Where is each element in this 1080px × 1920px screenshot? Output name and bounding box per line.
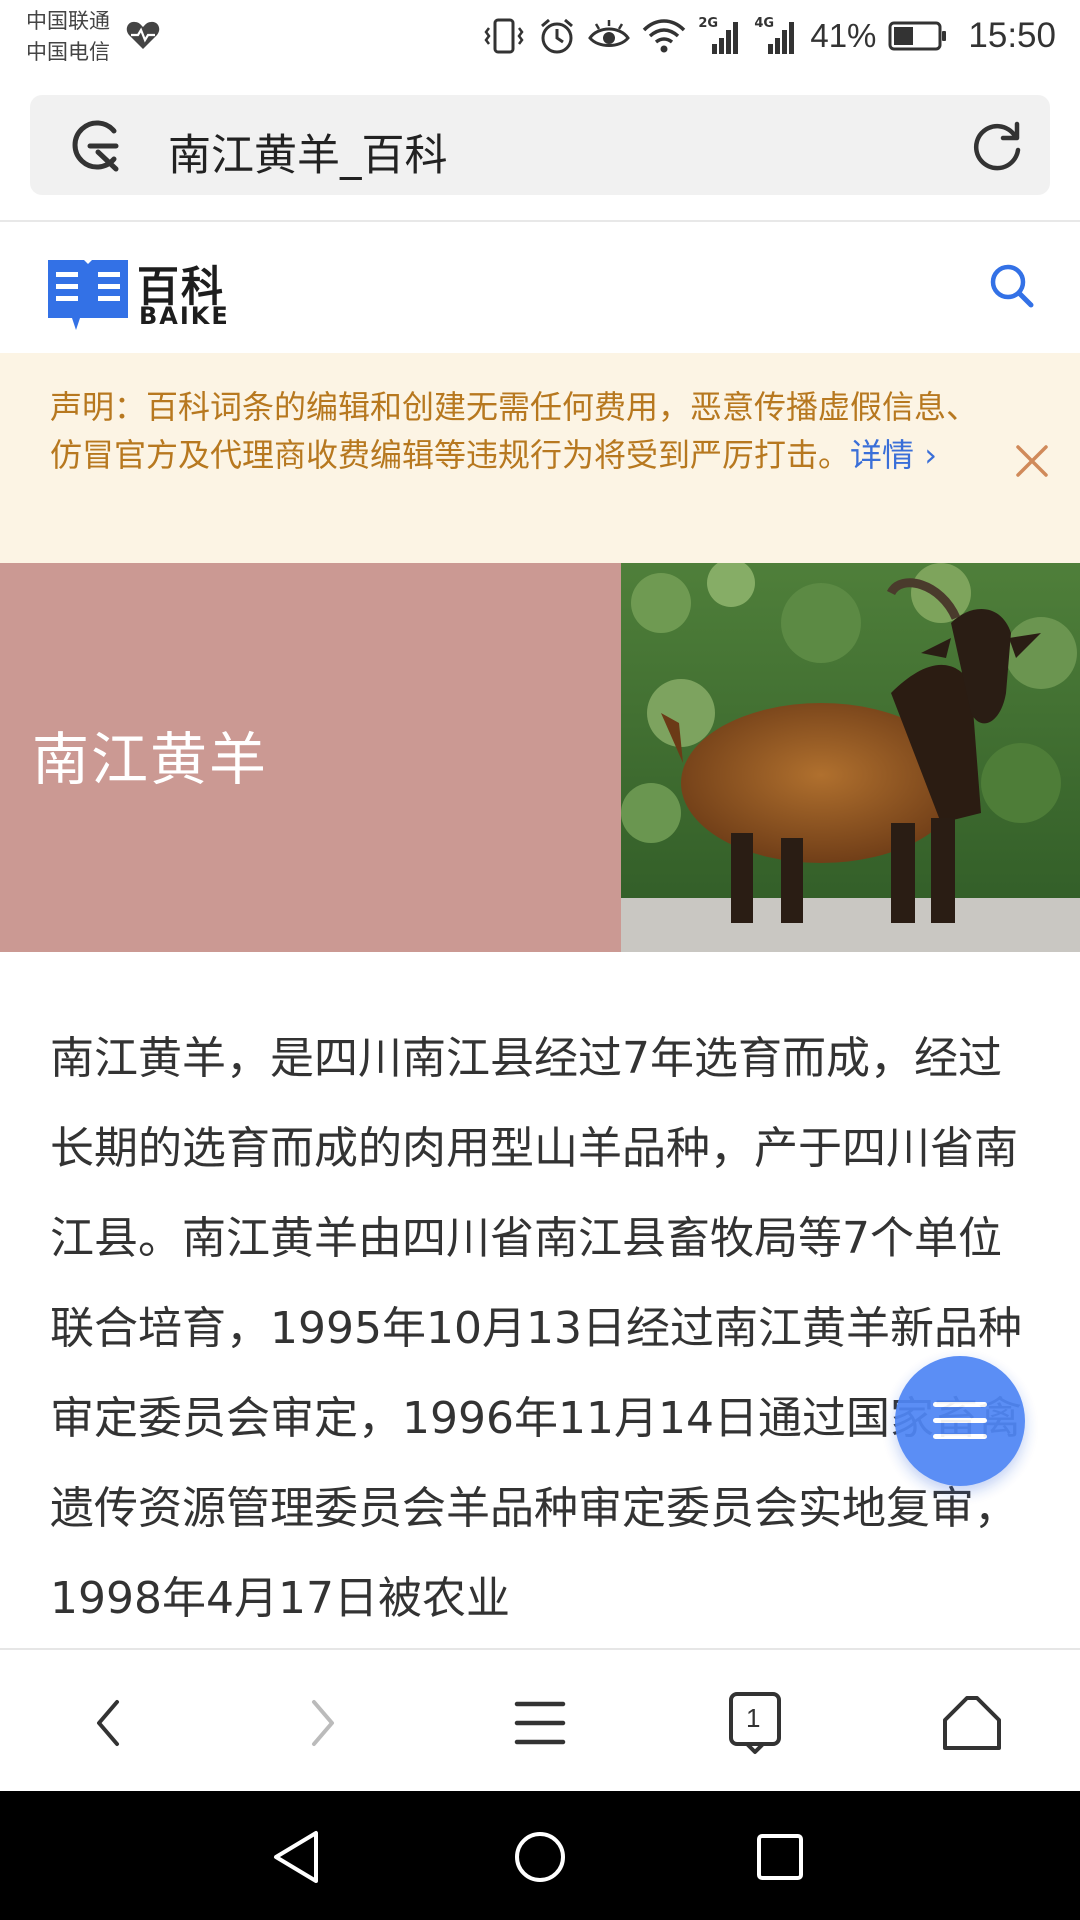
signal-icon-2: 4G xyxy=(754,16,798,56)
close-icon[interactable] xyxy=(1012,441,1052,481)
eye-comfort-icon xyxy=(588,20,631,47)
goat-image[interactable] xyxy=(621,563,1080,952)
signal-icon: 2G xyxy=(698,16,742,56)
home-icon[interactable] xyxy=(937,1688,1007,1758)
browser-toolbar: 1 xyxy=(0,1648,1080,1793)
system-navigation-bar xyxy=(0,1791,1080,1920)
catalog-button[interactable] xyxy=(895,1356,1025,1486)
carrier-2: 中国电信 xyxy=(26,40,110,64)
status-bar: 中国联通 中国电信 2G 4G 41% 15:50 xyxy=(0,0,1080,80)
baike-logo-icon[interactable] xyxy=(46,256,130,332)
carrier-1: 中国联通 xyxy=(26,9,110,33)
reload-icon[interactable] xyxy=(970,119,1024,173)
status-icons: 2G 4G 41% 15:50 xyxy=(482,14,1056,58)
battery-percent: 41% xyxy=(810,17,877,54)
menu-icon-line xyxy=(933,1434,987,1439)
system-home-icon[interactable] xyxy=(512,1829,568,1885)
tabs-button[interactable]: 1 xyxy=(720,1688,790,1758)
menu-icon-line xyxy=(933,1418,987,1423)
page-title-url[interactable]: 南江黄羊_百科 xyxy=(168,121,448,183)
menu-icon-line xyxy=(933,1402,987,1407)
tab-count: 1 xyxy=(746,1703,761,1733)
entry-title: 南江黄羊 xyxy=(32,727,268,793)
alarm-icon xyxy=(541,18,574,54)
notice-message: 声明：百科词条的编辑和创建无需任何费用，恶意传播虚假信息、仿冒官方及代理商收费编… xyxy=(50,388,979,474)
address-bar[interactable]: 南江黄羊_百科 xyxy=(30,95,1050,195)
heart-monitor-icon xyxy=(126,21,160,49)
wifi-icon xyxy=(643,19,686,53)
logo-text-en: BAIKE xyxy=(139,302,230,330)
divider xyxy=(0,220,1080,222)
notice-details-link[interactable]: 详情 › xyxy=(850,436,937,474)
back-icon[interactable] xyxy=(73,1688,143,1758)
vibrate-icon xyxy=(484,18,524,54)
system-recents-icon[interactable] xyxy=(752,1829,808,1885)
forward-icon[interactable] xyxy=(288,1688,358,1758)
battery-icon xyxy=(888,21,947,51)
search-icon[interactable] xyxy=(988,262,1036,310)
notice-banner: 声明：百科词条的编辑和创建无需任何费用，恶意传播虚假信息、仿冒官方及代理商收费编… xyxy=(0,353,1080,563)
menu-icon[interactable] xyxy=(505,1688,575,1758)
search-engine-icon[interactable] xyxy=(68,119,124,173)
notice-text: 声明：百科词条的编辑和创建无需任何费用，恶意传播虚假信息、仿冒官方及代理商收费编… xyxy=(50,383,990,479)
clock: 15:50 xyxy=(968,16,1056,55)
system-back-icon[interactable] xyxy=(270,1829,326,1885)
entry-summary: 南江黄羊，是四川南江县经过7年选育而成，经过长期的选育而成的肉用型山羊品种，产于… xyxy=(50,1033,1022,1624)
